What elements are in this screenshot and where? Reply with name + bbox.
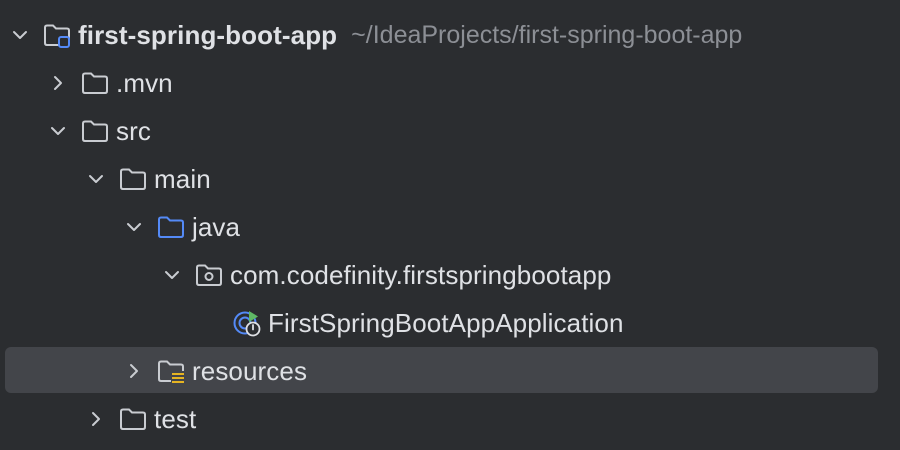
source-folder-icon: [156, 212, 186, 242]
tree-row-main[interactable]: main: [0, 155, 900, 203]
tree-row-src[interactable]: src: [0, 107, 900, 155]
tree-item-label: .mvn: [116, 67, 173, 98]
tree-row-java[interactable]: java: [0, 203, 900, 251]
tree-item-label: src: [116, 115, 151, 146]
folder-icon: [80, 68, 110, 98]
folder-icon: [80, 116, 110, 146]
chevron-down-icon[interactable]: [122, 215, 146, 239]
tree-item-label: resources: [192, 355, 308, 386]
tree-row-test[interactable]: test: [0, 395, 900, 443]
project-path: ~/IdeaProjects/first-spring-boot-app: [351, 20, 743, 49]
chevron-right-icon[interactable]: [122, 359, 146, 383]
folder-icon: [118, 404, 148, 434]
chevron-down-icon[interactable]: [84, 167, 108, 191]
chevron-right-icon[interactable]: [84, 407, 108, 431]
tree-row-mvn[interactable]: .mvn: [0, 59, 900, 107]
spring-boot-application-icon: [232, 308, 262, 338]
tree-row-application-class[interactable]: FirstSpringBootAppApplication: [0, 299, 900, 347]
tree-row-package[interactable]: com.codefinity.firstspringbootapp: [0, 251, 900, 299]
project-name: first-spring-boot-app: [78, 19, 338, 50]
chevron-right-icon[interactable]: [46, 71, 70, 95]
chevron-down-icon[interactable]: [160, 263, 184, 287]
chevron-down-icon[interactable]: [46, 119, 70, 143]
tree-item-label: test: [154, 403, 197, 434]
tree-item-label: com.codefinity.firstspringbootapp: [230, 259, 612, 290]
tree-row-resources[interactable]: resources: [0, 347, 900, 395]
module-folder-icon: [42, 20, 72, 50]
resources-folder-icon: [156, 356, 186, 386]
folder-icon: [118, 164, 148, 194]
tree-row-root[interactable]: first-spring-boot-app ~/IdeaProjects/fir…: [0, 11, 900, 59]
package-icon: [194, 260, 224, 290]
chevron-down-icon[interactable]: [8, 23, 32, 47]
project-tree: first-spring-boot-app ~/IdeaProjects/fir…: [0, 0, 900, 450]
tree-item-label: main: [154, 163, 211, 194]
tree-item-label: java: [192, 211, 241, 242]
tree-item-label: FirstSpringBootAppApplication: [268, 307, 624, 338]
